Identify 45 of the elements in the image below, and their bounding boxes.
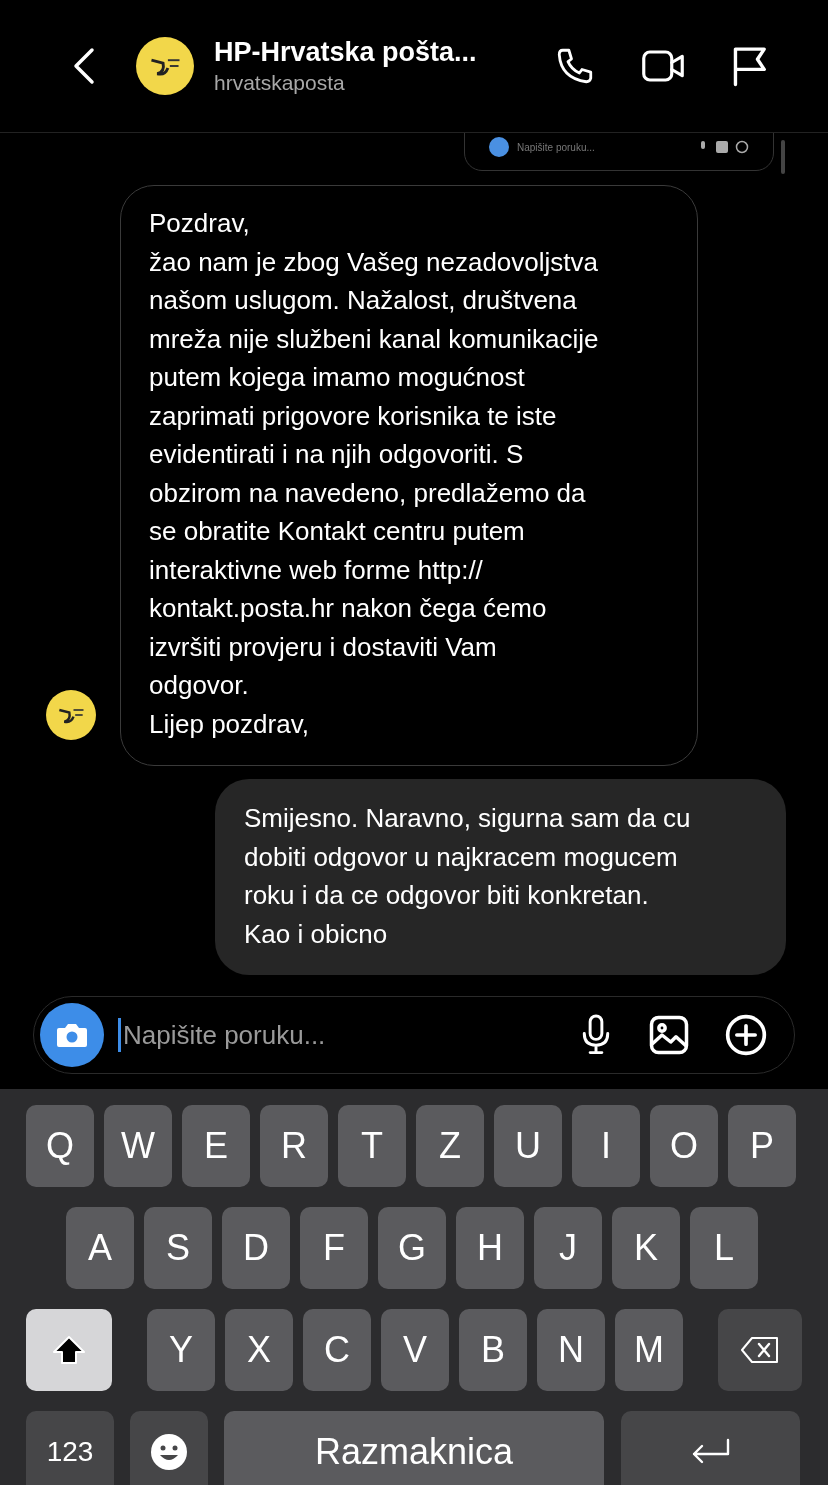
keyboard-key[interactable]: J: [534, 1207, 602, 1289]
scroll-bar-icon: [780, 139, 786, 175]
keyboard-key[interactable]: T: [338, 1105, 406, 1187]
keyboard-key[interactable]: C: [303, 1309, 371, 1391]
keyboard-key[interactable]: O: [650, 1105, 718, 1187]
backspace-icon: [740, 1336, 780, 1364]
contact-name: HP-Hrvatska pošta...: [214, 36, 478, 69]
keyboard-key[interactable]: B: [459, 1309, 527, 1391]
shift-key[interactable]: [26, 1309, 112, 1391]
keyboard-key[interactable]: A: [66, 1207, 134, 1289]
message-field[interactable]: Napišite poruku...: [464, 133, 774, 171]
keyboard-key[interactable]: P: [728, 1105, 796, 1187]
keyboard-key[interactable]: G: [378, 1207, 446, 1289]
keyboard-key[interactable]: V: [381, 1309, 449, 1391]
shift-arrow-icon: [52, 1335, 86, 1365]
username: hrvatskaposta: [214, 70, 346, 96]
message-bubble: Smijesno. Naravno, sigurna sam da cu dobiti odgovor u najkracem mogucem roku i da ce odgovor biti konkretan. Kao i obicno: [215, 779, 786, 975]
keyboard-key[interactable]: K: [612, 1207, 680, 1289]
backspace-key[interactable]: [718, 1309, 802, 1391]
keyboard-key[interactable]: E: [182, 1105, 250, 1187]
keyboard-key[interactable]: H: [456, 1207, 524, 1289]
keyboard-key[interactable]: L: [690, 1207, 758, 1289]
message-bubble: Pozdrav, žao nam je zbog Vašeg nezadovoljstva našom uslugom. Nažalost, društvena mreža nije službeni kanal komunikacije putem kojega imamo mogućnost zaprimati prigovore korisnika te iste evidentirati i na njih odgovoriti. S obzirom na navedeno, predlažemo da se obratite Kontakt centru putem interaktivne web forme http:// kontakt.posta.hr nakon čega ćemo izvršiti provjeru i dostaviti Vam odgovor. Lijep pozdrav,: [120, 185, 698, 766]
space-key[interactable]: Razmaknica: [224, 1411, 604, 1485]
numbers-key[interactable]: 123: [26, 1411, 114, 1485]
keyboard-key[interactable]: M: [615, 1309, 683, 1391]
keyboard-key[interactable]: Y: [147, 1309, 215, 1391]
keyboard-key[interactable]: R: [260, 1105, 328, 1187]
text-cursor: [118, 1018, 121, 1052]
keyboard-key[interactable]: I: [572, 1105, 640, 1187]
camera-button[interactable]: [40, 1003, 104, 1067]
message-input[interactable]: Napišite poruku...: [123, 1015, 578, 1055]
smiley-icon: [150, 1433, 188, 1471]
keyboard-key[interactable]: Z: [416, 1105, 484, 1187]
keyboard-key[interactable]: U: [494, 1105, 562, 1187]
keyboard-key[interactable]: X: [225, 1309, 293, 1391]
message-input[interactable]: Napišite poruku...: [517, 140, 689, 154]
keyboard-key[interactable]: Q: [26, 1105, 94, 1187]
logo-icon[interactable]: [136, 37, 194, 95]
keyboard-key[interactable]: F: [300, 1207, 368, 1289]
keyboard-key[interactable]: N: [537, 1309, 605, 1391]
keyboard-key[interactable]: D: [222, 1207, 290, 1289]
emoji-key[interactable]: [130, 1411, 208, 1485]
keyboard-key[interactable]: S: [144, 1207, 212, 1289]
keyboard-key[interactable]: W: [104, 1105, 172, 1187]
